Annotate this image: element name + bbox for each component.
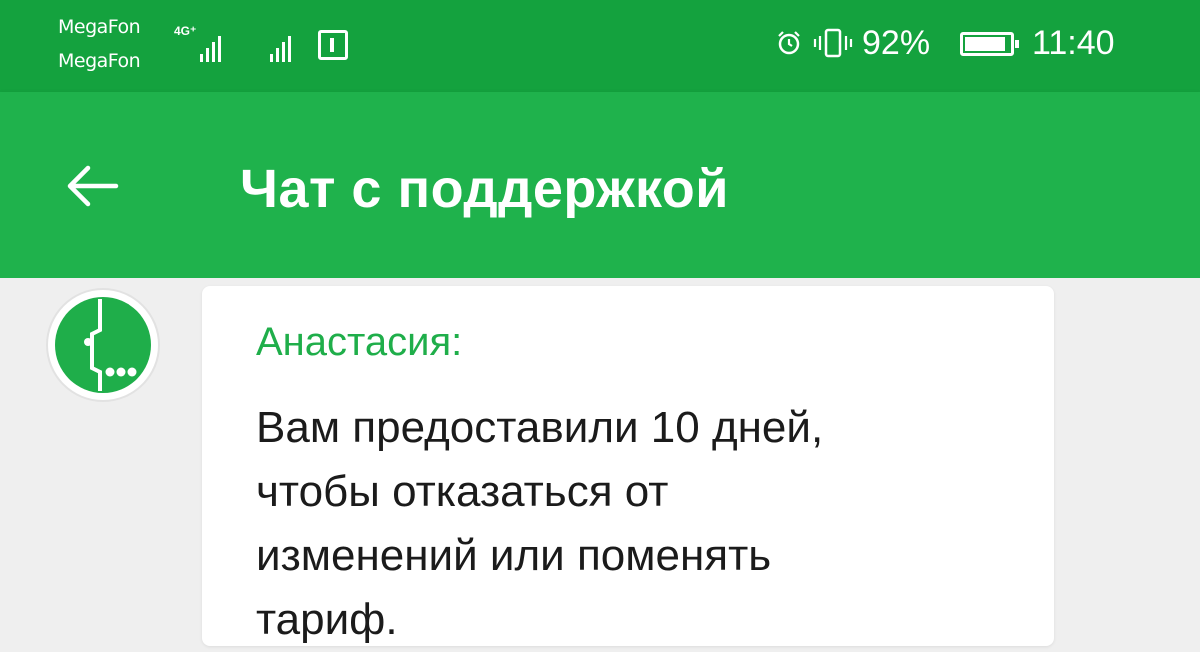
battery-percent: 92% bbox=[862, 24, 931, 62]
message-line: чтобы отказаться от bbox=[256, 467, 669, 516]
message-line: тариф. bbox=[256, 595, 398, 644]
megafon-logo-icon bbox=[55, 297, 151, 393]
sender-name: Анастасия: bbox=[256, 320, 463, 364]
signal-icon bbox=[270, 32, 291, 62]
status-bar: MegaFon MegaFon 4G⁺ 92% 11:40 bbox=[0, 0, 1200, 92]
message-text: Вам предоставили 10 дней, чтобы отказать… bbox=[256, 396, 1016, 652]
sim-icon bbox=[318, 30, 348, 60]
carrier-name-2: MegaFon bbox=[58, 50, 141, 72]
vibrate-icon bbox=[813, 28, 853, 58]
app-bar: Чат с поддержкой bbox=[0, 92, 1200, 278]
message-line: изменений или поменять bbox=[256, 531, 772, 580]
battery-icon bbox=[960, 32, 1019, 56]
signal-icon bbox=[200, 32, 221, 62]
chat-area[interactable]: Анастасия: Вам предоставили 10 дней, что… bbox=[0, 278, 1200, 646]
page-title: Чат с поддержкой bbox=[240, 159, 729, 219]
avatar bbox=[48, 290, 158, 400]
status-clock: 11:40 bbox=[1032, 24, 1115, 62]
arrow-left-icon[interactable] bbox=[62, 164, 122, 208]
carrier-name-1: MegaFon bbox=[58, 16, 141, 38]
message-bubble: Анастасия: Вам предоставили 10 дней, что… bbox=[202, 286, 1054, 646]
network-type-label: 4G⁺ bbox=[174, 24, 197, 38]
message-line: Вам предоставили 10 дней, bbox=[256, 403, 824, 452]
alarm-icon bbox=[778, 31, 800, 55]
